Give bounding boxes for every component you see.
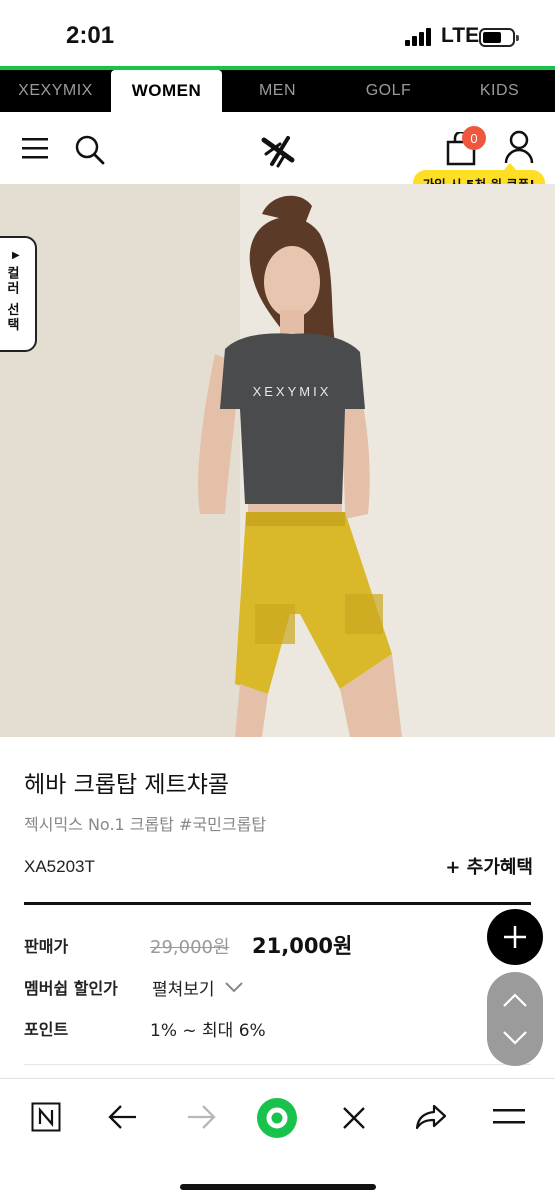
extra-benefit-button[interactable]: + 추가혜택 — [445, 853, 533, 879]
sale-price: 21,000원 — [252, 934, 353, 958]
menu-icon[interactable] — [22, 136, 48, 160]
color-select-label: 컬러 선택 — [4, 266, 19, 333]
battery-icon — [479, 28, 519, 47]
category-tab-kids[interactable]: KIDS — [444, 70, 555, 112]
search-icon[interactable] — [74, 134, 106, 166]
category-tab-xexymix[interactable]: XEXYMIX — [0, 70, 111, 112]
triangle-right-icon: ▶ — [12, 250, 20, 261]
brand-logo-icon[interactable] — [258, 130, 298, 170]
scroll-control — [487, 972, 543, 1066]
color-select-tab[interactable]: ▶ 컬러 선택 — [0, 236, 37, 352]
share-icon[interactable] — [415, 1103, 447, 1131]
product-sku: XA5203T — [24, 857, 95, 876]
status-bar: 2:01 LTE — [0, 0, 555, 68]
cart-count-badge: 0 — [462, 126, 486, 150]
floating-plus-button[interactable] — [487, 909, 543, 965]
scroll-up-icon[interactable] — [502, 992, 528, 1008]
membership-expand-toggle[interactable]: 펼쳐보기 — [152, 975, 215, 1000]
category-tab-women[interactable]: WOMEN — [111, 70, 222, 112]
status-time: 2:01 — [66, 22, 115, 49]
product-subtitle: 젝시믹스 No.1 크롭탑 #국민크롭탑 — [24, 815, 267, 834]
chevron-down-icon[interactable] — [224, 981, 244, 993]
user-icon[interactable] — [504, 130, 534, 164]
site-header: 0 가입 시 5천 원 쿠폰! — [0, 112, 555, 197]
network-label: LTE — [441, 24, 480, 47]
membership-label: 멤버쉽 할인가 — [24, 979, 118, 998]
price-label: 판매가 — [24, 937, 69, 956]
original-price: 29,000원 — [150, 937, 230, 958]
home-indicator — [180, 1184, 376, 1190]
product-title: 헤바 크롭탑 제트챠콜 — [24, 772, 230, 798]
browser-toolbar — [0, 1078, 555, 1200]
point-label: 포인트 — [24, 1020, 69, 1039]
section-divider-thin — [24, 1064, 531, 1065]
category-tab-golf[interactable]: GOLF — [333, 70, 444, 112]
model-illustration: XEXYMIX — [0, 184, 555, 737]
category-nav: XEXYMIX WOMEN MEN GOLF KIDS — [0, 70, 555, 112]
menu-lines-icon[interactable] — [493, 1107, 525, 1127]
signal-icon — [405, 28, 435, 46]
scroll-down-icon[interactable] — [502, 1030, 528, 1046]
shirt-print: XEXYMIX — [253, 384, 332, 399]
green-home-icon[interactable] — [256, 1097, 298, 1139]
naver-n-icon[interactable] — [31, 1102, 61, 1132]
point-value: 1% ~ 최대 6% — [150, 1021, 266, 1041]
back-arrow-icon[interactable] — [108, 1103, 138, 1131]
category-tab-men[interactable]: MEN — [222, 70, 333, 112]
product-image[interactable]: XEXYMIX ▶ 컬러 선택 — [0, 184, 555, 737]
section-divider — [24, 902, 531, 905]
close-icon[interactable] — [341, 1105, 367, 1131]
forward-arrow-icon[interactable] — [186, 1103, 216, 1131]
plus-icon — [504, 926, 526, 948]
